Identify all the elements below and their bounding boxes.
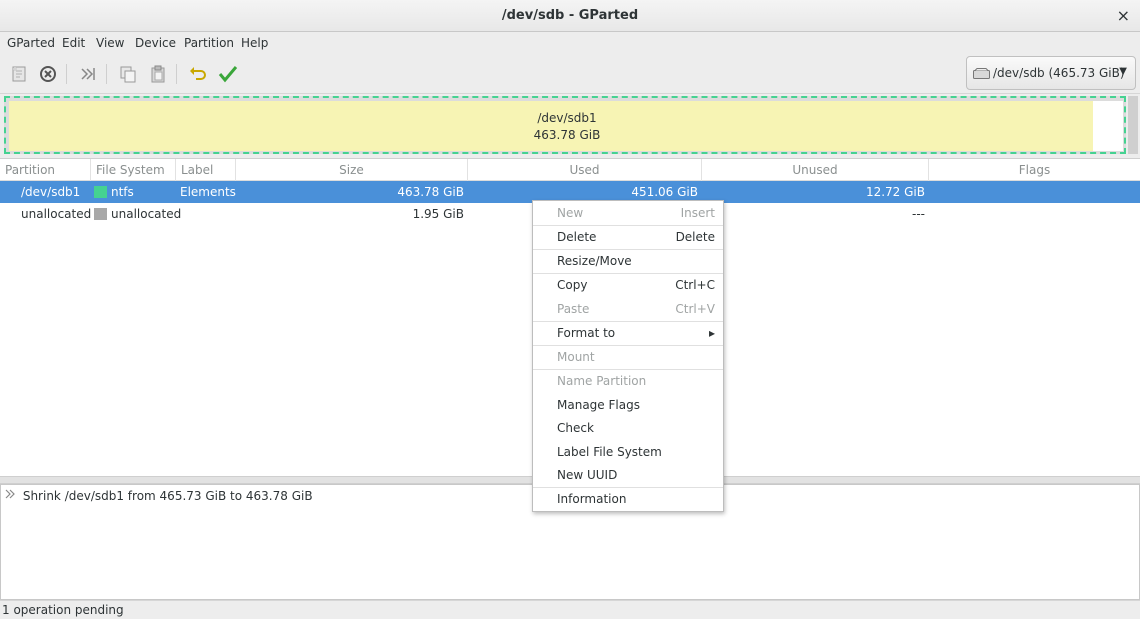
disk-map-unallocated[interactable] — [1128, 96, 1138, 154]
disk-map-partition-name: /dev/sdb1 — [537, 111, 597, 125]
unused-space-fill — [1093, 101, 1123, 151]
partition-label: Elements — [180, 185, 236, 199]
menu-partition[interactable]: Partition — [184, 36, 234, 50]
table-header: Partition File System Label Size Used Un… — [0, 159, 1140, 181]
resize-move-icon — [5, 488, 19, 503]
partition-used: 451.06 GiB — [631, 185, 698, 199]
disk-map: /dev/sdb1 463.78 GiB — [0, 94, 1140, 158]
paste-icon[interactable] — [147, 63, 169, 85]
menu-item-delete[interactable]: Delete Delete — [533, 226, 723, 248]
menu-edit[interactable]: Edit — [62, 36, 85, 50]
status-text: 1 operation pending — [2, 603, 124, 617]
partition-size: 463.78 GiB — [397, 185, 464, 199]
close-window-button[interactable]: × — [1117, 6, 1130, 25]
menu-view[interactable]: View — [96, 36, 124, 50]
menu-item-name-partition[interactable]: Name Partition — [533, 370, 723, 392]
toolbar-separator — [66, 64, 67, 84]
status-bar: 1 operation pending — [0, 600, 1140, 619]
column-header-used[interactable]: Used — [468, 159, 702, 181]
device-selector[interactable]: /dev/sdb (465.73 GiB) ▼ — [966, 56, 1136, 90]
toolbar-separator — [176, 64, 177, 84]
delete-icon[interactable] — [37, 63, 59, 85]
partition-name: /dev/sdb1 — [21, 185, 81, 199]
menu-item-label-file-system[interactable]: Label File System — [533, 441, 723, 463]
toolbar-separator — [106, 64, 107, 84]
disk-map-partition-size: 463.78 GiB — [533, 128, 601, 142]
filesystem-color-swatch — [94, 186, 107, 198]
partition-context-menu: New Insert Delete Delete Resize/Move Cop… — [532, 200, 724, 512]
copy-icon[interactable] — [117, 63, 139, 85]
menu-item-new-uuid[interactable]: New UUID — [533, 464, 723, 486]
menu-item-check[interactable]: Check — [533, 417, 723, 439]
menu-item-manage-flags[interactable]: Manage Flags — [533, 394, 723, 416]
menu-item-mount[interactable]: Mount — [533, 346, 723, 368]
title-bar: /dev/sdb - GParted × — [0, 0, 1140, 32]
undo-icon[interactable] — [187, 63, 209, 85]
menu-device[interactable]: Device — [135, 36, 176, 50]
chevron-down-icon: ▼ — [1119, 66, 1127, 77]
column-header-unused[interactable]: Unused — [702, 159, 929, 181]
filesystem-type: unallocated — [111, 207, 182, 221]
partition-name: unallocated — [21, 207, 92, 221]
menu-item-copy[interactable]: Copy Ctrl+C — [533, 274, 723, 296]
menu-item-format-to[interactable]: Format to ▸ — [533, 322, 723, 344]
pending-operation[interactable]: Shrink /dev/sdb1 from 465.73 GiB to 463.… — [5, 488, 313, 503]
partition-size: 1.95 GiB — [412, 207, 464, 221]
menu-item-information[interactable]: Information — [533, 488, 723, 510]
window-title: /dev/sdb - GParted — [501, 8, 639, 23]
pending-operation-text: Shrink /dev/sdb1 from 465.73 GiB to 463.… — [22, 489, 313, 503]
column-header-partition[interactable]: Partition — [0, 159, 91, 181]
disk-map-partition-sdb1[interactable]: /dev/sdb1 463.78 GiB — [4, 96, 1126, 154]
menu-help[interactable]: Help — [241, 36, 268, 50]
resize-move-icon[interactable] — [77, 63, 99, 85]
filesystem-type: ntfs — [111, 185, 134, 199]
partition-unused: --- — [912, 207, 925, 221]
apply-icon[interactable] — [217, 63, 239, 85]
new-partition-icon[interactable] — [8, 63, 30, 85]
used-space-fill — [9, 101, 1093, 151]
menu-item-paste[interactable]: Paste Ctrl+V — [533, 298, 723, 320]
menu-item-new[interactable]: New Insert — [533, 202, 723, 224]
toolbar: /dev/sdb (465.73 GiB) ▼ — [0, 54, 1140, 94]
device-selector-label: /dev/sdb (465.73 GiB) — [993, 66, 1125, 80]
partition-unused: 12.72 GiB — [865, 185, 925, 199]
column-header-size[interactable]: Size — [236, 159, 468, 181]
menu-bar: GParted Edit View Device Partition Help — [0, 32, 1140, 54]
menu-gparted[interactable]: GParted — [7, 36, 55, 50]
menu-item-resize-move[interactable]: Resize/Move — [533, 250, 723, 272]
hard-disk-icon — [973, 68, 990, 79]
column-header-flags[interactable]: Flags — [929, 159, 1140, 181]
filesystem-color-swatch — [94, 208, 107, 220]
column-header-label[interactable]: Label — [176, 159, 236, 181]
submenu-arrow-icon: ▸ — [708, 326, 715, 340]
column-header-file-system[interactable]: File System — [91, 159, 176, 181]
